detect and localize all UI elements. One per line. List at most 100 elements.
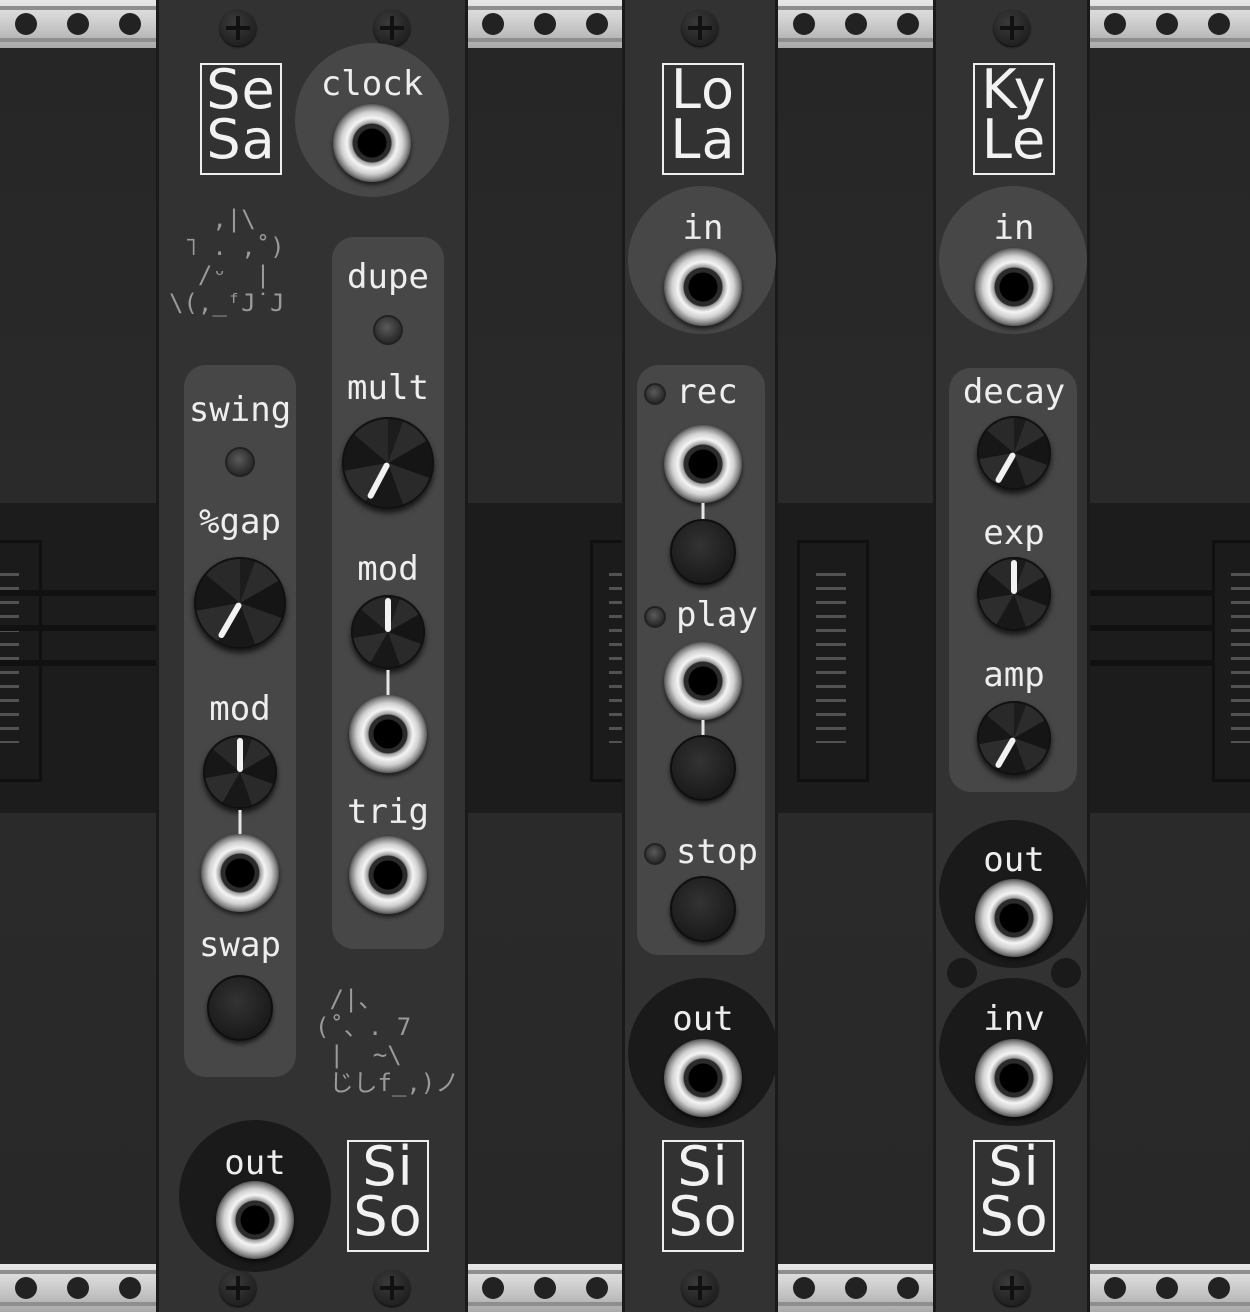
swing-led bbox=[225, 447, 255, 477]
swap-button[interactable] bbox=[207, 975, 273, 1041]
knob-pointer bbox=[237, 738, 243, 772]
gap-knob[interactable] bbox=[194, 557, 286, 649]
mult-mod-input-jack[interactable] bbox=[349, 695, 427, 773]
out-output-jack[interactable] bbox=[664, 1039, 742, 1117]
power-connector bbox=[797, 540, 869, 782]
rail-hole bbox=[793, 13, 815, 35]
mult-knob[interactable] bbox=[342, 417, 434, 509]
clock-label: clock bbox=[320, 64, 424, 104]
ascii-art-top: ,|\ ˥ . ,˚) /ᵕ | \(,_ᶠJ˙J bbox=[169, 205, 285, 317]
inv-output-jack[interactable] bbox=[975, 1039, 1053, 1117]
play-label: play bbox=[676, 595, 758, 635]
screw-icon bbox=[682, 1270, 718, 1306]
mult-mod-knob[interactable] bbox=[351, 595, 425, 669]
knob-pointer bbox=[994, 451, 1017, 484]
stop-label: stop bbox=[676, 832, 758, 872]
rail-hole bbox=[482, 13, 504, 35]
exp-label: exp bbox=[983, 513, 1045, 553]
knob-pointer bbox=[385, 598, 391, 632]
rail-hole bbox=[793, 1277, 815, 1299]
out-label: out bbox=[672, 999, 734, 1039]
out-output-jack[interactable] bbox=[975, 879, 1053, 957]
ribbon-cable bbox=[0, 590, 160, 596]
mult-label: mult bbox=[347, 368, 429, 408]
rail-hole bbox=[15, 1277, 37, 1299]
decoration-dot bbox=[1051, 958, 1081, 988]
decay-label: decay bbox=[962, 372, 1066, 412]
lola-module: Lo La in rec play stop out Si So bbox=[622, 0, 778, 1312]
inv-label: inv bbox=[983, 999, 1045, 1039]
siso-brand-logo: Si So bbox=[973, 1140, 1055, 1252]
logo-line: So bbox=[668, 1185, 738, 1248]
gap-mod-label: mod bbox=[209, 689, 271, 729]
rail-hole bbox=[897, 13, 919, 35]
siso-brand-logo: Si So bbox=[347, 1140, 429, 1252]
rec-button[interactable] bbox=[670, 519, 736, 585]
stop-button[interactable] bbox=[670, 876, 736, 942]
rail-hole bbox=[482, 1277, 504, 1299]
screw-icon bbox=[220, 1270, 256, 1306]
rail-hole bbox=[897, 1277, 919, 1299]
rail-hole bbox=[119, 13, 141, 35]
rail-hole bbox=[586, 13, 608, 35]
in-label: in bbox=[993, 208, 1035, 248]
rail-hole bbox=[15, 13, 37, 35]
rail-hole bbox=[845, 1277, 867, 1299]
mult-mod-label: mod bbox=[357, 549, 419, 589]
clock-input-jack[interactable] bbox=[333, 104, 411, 182]
rec-input-jack[interactable] bbox=[664, 425, 742, 503]
stop-led bbox=[644, 843, 666, 865]
trig-label: trig bbox=[347, 792, 429, 832]
out-label: out bbox=[224, 1143, 286, 1183]
rail-hole bbox=[586, 1277, 608, 1299]
play-input-jack[interactable] bbox=[664, 642, 742, 720]
play-button[interactable] bbox=[670, 735, 736, 801]
amp-knob[interactable] bbox=[977, 701, 1051, 775]
in-input-jack[interactable] bbox=[975, 248, 1053, 326]
knob-pointer bbox=[217, 601, 243, 640]
logo-line: Le bbox=[981, 108, 1047, 171]
rail-hole bbox=[119, 1277, 141, 1299]
power-connector bbox=[1212, 540, 1250, 782]
screw-icon bbox=[682, 10, 718, 46]
screw-icon bbox=[220, 10, 256, 46]
ascii-art-bottom: /|、 (˚、. 7 | ~\ じしf_,)ノ bbox=[315, 985, 460, 1097]
rail-hole bbox=[67, 1277, 89, 1299]
gap-mod-input-jack[interactable] bbox=[201, 834, 279, 912]
in-input-jack[interactable] bbox=[664, 248, 742, 326]
rail-hole bbox=[1208, 1277, 1230, 1299]
in-label: in bbox=[682, 208, 724, 248]
out-output-jack[interactable] bbox=[216, 1181, 294, 1259]
rail-hole bbox=[534, 1277, 556, 1299]
dupe-led bbox=[373, 315, 403, 345]
screw-icon bbox=[994, 1270, 1030, 1306]
ribbon-cable bbox=[1090, 625, 1215, 631]
rec-label: rec bbox=[676, 372, 738, 412]
ribbon-cable bbox=[0, 660, 160, 666]
swing-label: swing bbox=[188, 390, 292, 430]
rail-hole bbox=[1104, 13, 1126, 35]
out-label: out bbox=[983, 840, 1045, 880]
play-led bbox=[644, 606, 666, 628]
decay-knob[interactable] bbox=[977, 416, 1051, 490]
rail-hole bbox=[1208, 13, 1230, 35]
siso-brand-logo: Si So bbox=[662, 1140, 744, 1252]
sesa-logo: Se Sa bbox=[200, 63, 282, 175]
lola-logo: Lo La bbox=[662, 63, 744, 175]
logo-line: So bbox=[353, 1185, 423, 1248]
logo-line: Sa bbox=[206, 108, 276, 171]
rail-hole bbox=[1104, 1277, 1126, 1299]
kyle-module: Ky Le in decay exp amp out inv Si So bbox=[933, 0, 1090, 1312]
trig-input-jack[interactable] bbox=[349, 836, 427, 914]
exp-knob[interactable] bbox=[977, 557, 1051, 631]
kyle-logo: Ky Le bbox=[973, 63, 1055, 175]
knob-pointer bbox=[1011, 560, 1017, 594]
ribbon-cable bbox=[1090, 590, 1215, 596]
rail-hole bbox=[1156, 13, 1178, 35]
knob-pointer bbox=[994, 736, 1017, 769]
gap-mod-knob[interactable] bbox=[203, 735, 277, 809]
rail-hole bbox=[1156, 1277, 1178, 1299]
knob-pointer bbox=[366, 461, 391, 500]
ribbon-cable bbox=[1090, 660, 1215, 666]
ribbon-cable bbox=[0, 625, 160, 631]
